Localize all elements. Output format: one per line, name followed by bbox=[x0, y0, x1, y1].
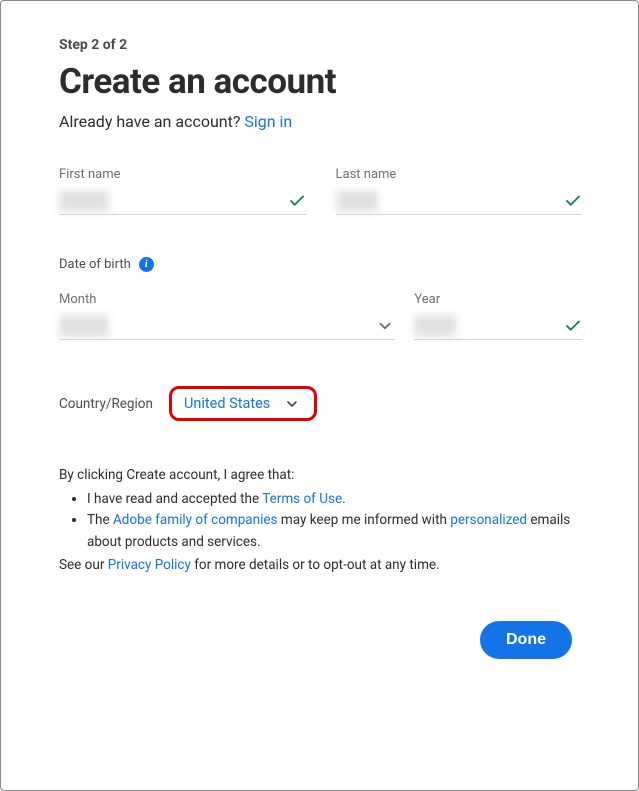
page-title: Create an account bbox=[59, 61, 582, 102]
chevron-down-icon bbox=[376, 317, 394, 335]
chevron-down-icon bbox=[284, 396, 300, 412]
terms-footer: See our Privacy Policy for more details … bbox=[59, 555, 582, 577]
last-name-field: Last name bbox=[336, 167, 583, 215]
step-indicator: Step 2 of 2 bbox=[59, 37, 582, 53]
year-field: Year bbox=[414, 292, 582, 340]
year-input[interactable] bbox=[414, 315, 582, 340]
terms-block: By clicking Create account, I agree that… bbox=[59, 465, 582, 577]
month-field: Month bbox=[59, 292, 394, 340]
month-select[interactable] bbox=[59, 315, 394, 340]
year-label: Year bbox=[414, 292, 582, 307]
first-name-field: First name bbox=[59, 167, 306, 215]
year-value-redacted bbox=[414, 315, 456, 337]
country-select[interactable]: United States bbox=[169, 386, 317, 421]
terms-item-2: The Adobe family of companies may keep m… bbox=[87, 510, 582, 553]
terms-of-use-link[interactable]: Terms of Use bbox=[262, 491, 342, 507]
first-name-value-redacted bbox=[59, 190, 109, 212]
last-name-label: Last name bbox=[336, 167, 583, 182]
signin-prompt: Already have an account? Sign in bbox=[59, 112, 582, 131]
info-icon[interactable]: i bbox=[139, 257, 154, 272]
check-icon bbox=[288, 192, 306, 210]
country-value: United States bbox=[184, 395, 270, 412]
first-name-label: First name bbox=[59, 167, 306, 182]
done-button[interactable]: Done bbox=[480, 621, 572, 659]
first-name-input[interactable] bbox=[59, 190, 306, 215]
country-label: Country/Region bbox=[59, 396, 153, 412]
signin-link[interactable]: Sign in bbox=[244, 112, 292, 131]
signin-prompt-text: Already have an account? bbox=[59, 112, 244, 131]
signup-form: Step 2 of 2 Create an account Already ha… bbox=[1, 1, 638, 695]
terms-intro: By clicking Create account, I agree that… bbox=[59, 465, 582, 487]
check-icon bbox=[564, 192, 582, 210]
last-name-value-redacted bbox=[336, 190, 378, 212]
check-icon bbox=[564, 317, 582, 335]
month-label: Month bbox=[59, 292, 394, 307]
privacy-policy-link[interactable]: Privacy Policy bbox=[108, 557, 191, 573]
adobe-family-link[interactable]: Adobe family of companies bbox=[113, 512, 278, 528]
terms-item-1: I have read and accepted the Terms of Us… bbox=[87, 489, 582, 511]
month-value-redacted bbox=[59, 315, 109, 337]
last-name-input[interactable] bbox=[336, 190, 583, 215]
personalized-link[interactable]: personalized bbox=[450, 512, 527, 528]
dob-label: Date of birth bbox=[59, 257, 131, 272]
